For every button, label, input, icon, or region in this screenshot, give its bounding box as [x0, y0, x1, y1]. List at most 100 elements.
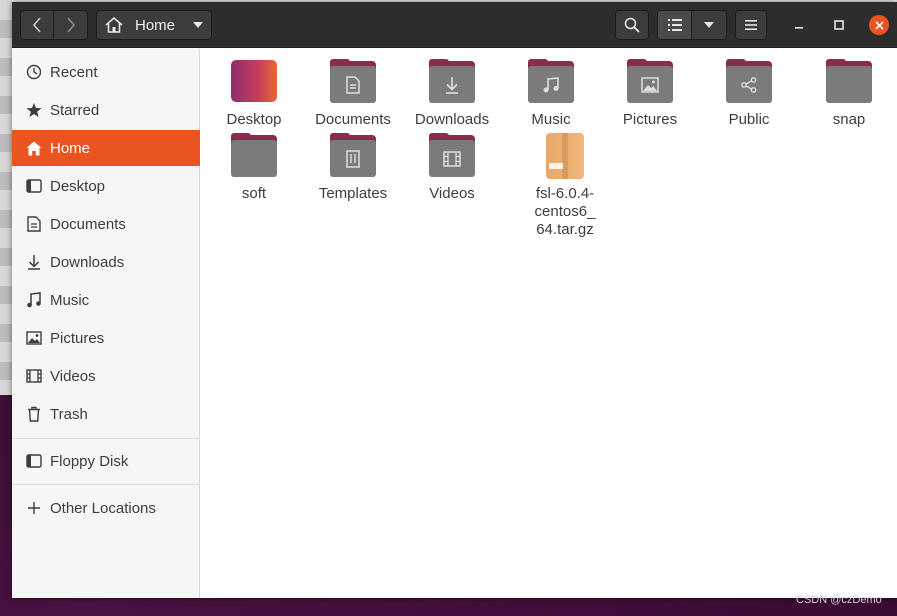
back-button[interactable]	[21, 11, 55, 39]
sidebar-item-label: Videos	[50, 367, 96, 385]
sidebar-item-home[interactable]: Home	[12, 130, 200, 166]
file-name: snap	[832, 111, 866, 128]
header-bar: Home	[12, 2, 897, 48]
list-view-icon	[667, 19, 682, 31]
sidebar-item-label: Recent	[50, 63, 98, 81]
sidebar-item-other-locations[interactable]: Other Locations	[12, 490, 200, 526]
places-sidebar: Recent Starred Home Desktop Documents Do…	[12, 49, 200, 598]
sidebar-item-downloads[interactable]: Downloads	[12, 244, 200, 280]
templates-folder-icon	[328, 133, 378, 179]
sidebar-item-label: Home	[50, 139, 91, 157]
file-name: Templates	[318, 185, 388, 202]
sidebar-item-pictures[interactable]: Pictures	[12, 320, 200, 356]
chevron-down-icon	[193, 22, 203, 28]
file-name: Downloads	[414, 111, 490, 128]
sidebar-item-label: Downloads	[50, 253, 125, 271]
file-name: soft	[241, 185, 267, 202]
sidebar-separator	[12, 484, 200, 485]
chevron-left-icon	[32, 17, 41, 33]
file-item-downloads[interactable]: Downloads	[404, 59, 500, 129]
file-item-soft[interactable]: soft	[206, 133, 302, 203]
sidebar-item-floppy-disk[interactable]: Floppy Disk	[12, 443, 200, 479]
file-item-pictures[interactable]: Pictures	[602, 59, 698, 129]
file-item-music[interactable]: Music	[503, 59, 599, 129]
maximize-icon	[834, 20, 844, 30]
maximize-button[interactable]	[830, 16, 848, 34]
sidebar-item-documents[interactable]: Documents	[12, 206, 200, 242]
videos-folder-icon	[427, 133, 477, 179]
chevron-right-icon	[66, 17, 75, 33]
search-icon	[624, 17, 640, 33]
view-options-group	[657, 10, 727, 40]
file-name: fsl-6.0.4-centos6_64.tar.gz	[534, 185, 596, 238]
file-item-fsl-archive[interactable]: fsl-6.0.4-centos6_64.tar.gz	[515, 133, 615, 239]
background-terminal-strip	[0, 0, 12, 395]
search-button[interactable]	[615, 10, 649, 40]
sidebar-item-label: Documents	[50, 215, 126, 233]
file-item-public[interactable]: Public	[701, 59, 797, 129]
main-menu-button[interactable]	[735, 10, 767, 40]
sidebar-item-desktop[interactable]: Desktop	[12, 168, 200, 204]
hamburger-menu-icon	[745, 20, 757, 30]
sidebar-item-label: Trash	[50, 405, 88, 423]
sidebar-item-videos[interactable]: Videos	[12, 358, 200, 394]
sidebar-item-trash[interactable]: Trash	[12, 396, 200, 432]
list-view-button[interactable]	[658, 11, 693, 39]
chevron-down-icon	[704, 22, 714, 28]
sidebar-item-label: Starred	[50, 101, 100, 119]
sidebar-separator	[12, 438, 200, 439]
file-name: Videos	[429, 185, 475, 202]
sidebar-item-label: Desktop	[50, 177, 106, 195]
file-name: Pictures	[622, 111, 678, 128]
file-view: Desktop Documents Downloads Music Pictur…	[201, 49, 897, 598]
folder-icon	[229, 133, 279, 179]
file-name: Documents	[315, 111, 391, 128]
file-item-documents[interactable]: Documents	[305, 59, 401, 129]
close-icon	[874, 20, 884, 30]
floppy-icon	[24, 451, 44, 471]
public-folder-icon	[724, 59, 774, 105]
video-icon	[24, 366, 44, 386]
file-item-templates[interactable]: Templates	[305, 133, 401, 203]
minimize-icon	[795, 27, 803, 29]
archive-icon	[540, 133, 590, 179]
view-dropdown-button[interactable]	[692, 11, 726, 39]
document-icon	[24, 214, 44, 234]
music-icon	[24, 290, 44, 310]
pictures-folder-icon	[625, 59, 675, 105]
picture-icon	[24, 328, 44, 348]
home-icon	[105, 17, 123, 33]
sidebar-item-starred[interactable]: Starred	[12, 92, 200, 128]
close-button[interactable]	[869, 15, 889, 35]
file-item-desktop[interactable]: Desktop	[206, 59, 302, 129]
file-name: Public	[728, 111, 770, 128]
file-name: Desktop	[226, 111, 282, 128]
home-icon	[24, 138, 44, 158]
sidebar-item-label: Pictures	[50, 329, 105, 347]
forward-button[interactable]	[54, 11, 87, 39]
plus-icon	[24, 498, 44, 518]
sidebar-item-music[interactable]: Music	[12, 282, 200, 318]
sidebar-item-label: Music	[50, 291, 90, 309]
path-bar-home-button[interactable]: Home	[96, 10, 212, 40]
sidebar-item-label: Other Locations	[50, 499, 156, 517]
file-item-videos[interactable]: Videos	[404, 133, 500, 203]
trash-icon	[24, 404, 44, 424]
minimize-button[interactable]	[790, 16, 808, 34]
documents-folder-icon	[328, 59, 378, 105]
file-manager-window: Home Recent Starred Home Desktop Documen…	[12, 2, 897, 598]
path-label: Home	[135, 16, 176, 34]
downloads-folder-icon	[427, 59, 477, 105]
navigation-buttons	[20, 10, 88, 40]
clock-icon	[24, 62, 44, 82]
file-item-snap[interactable]: snap	[801, 59, 897, 129]
download-icon	[24, 252, 44, 272]
watermark-text: CSDN @czDemo	[796, 594, 882, 606]
sidebar-item-recent[interactable]: Recent	[12, 54, 200, 90]
desktop-icon	[24, 176, 44, 196]
file-name: Music	[531, 111, 571, 128]
star-icon	[24, 100, 44, 120]
sidebar-item-label: Floppy Disk	[50, 452, 129, 470]
music-folder-icon	[526, 59, 576, 105]
folder-icon	[824, 59, 874, 105]
